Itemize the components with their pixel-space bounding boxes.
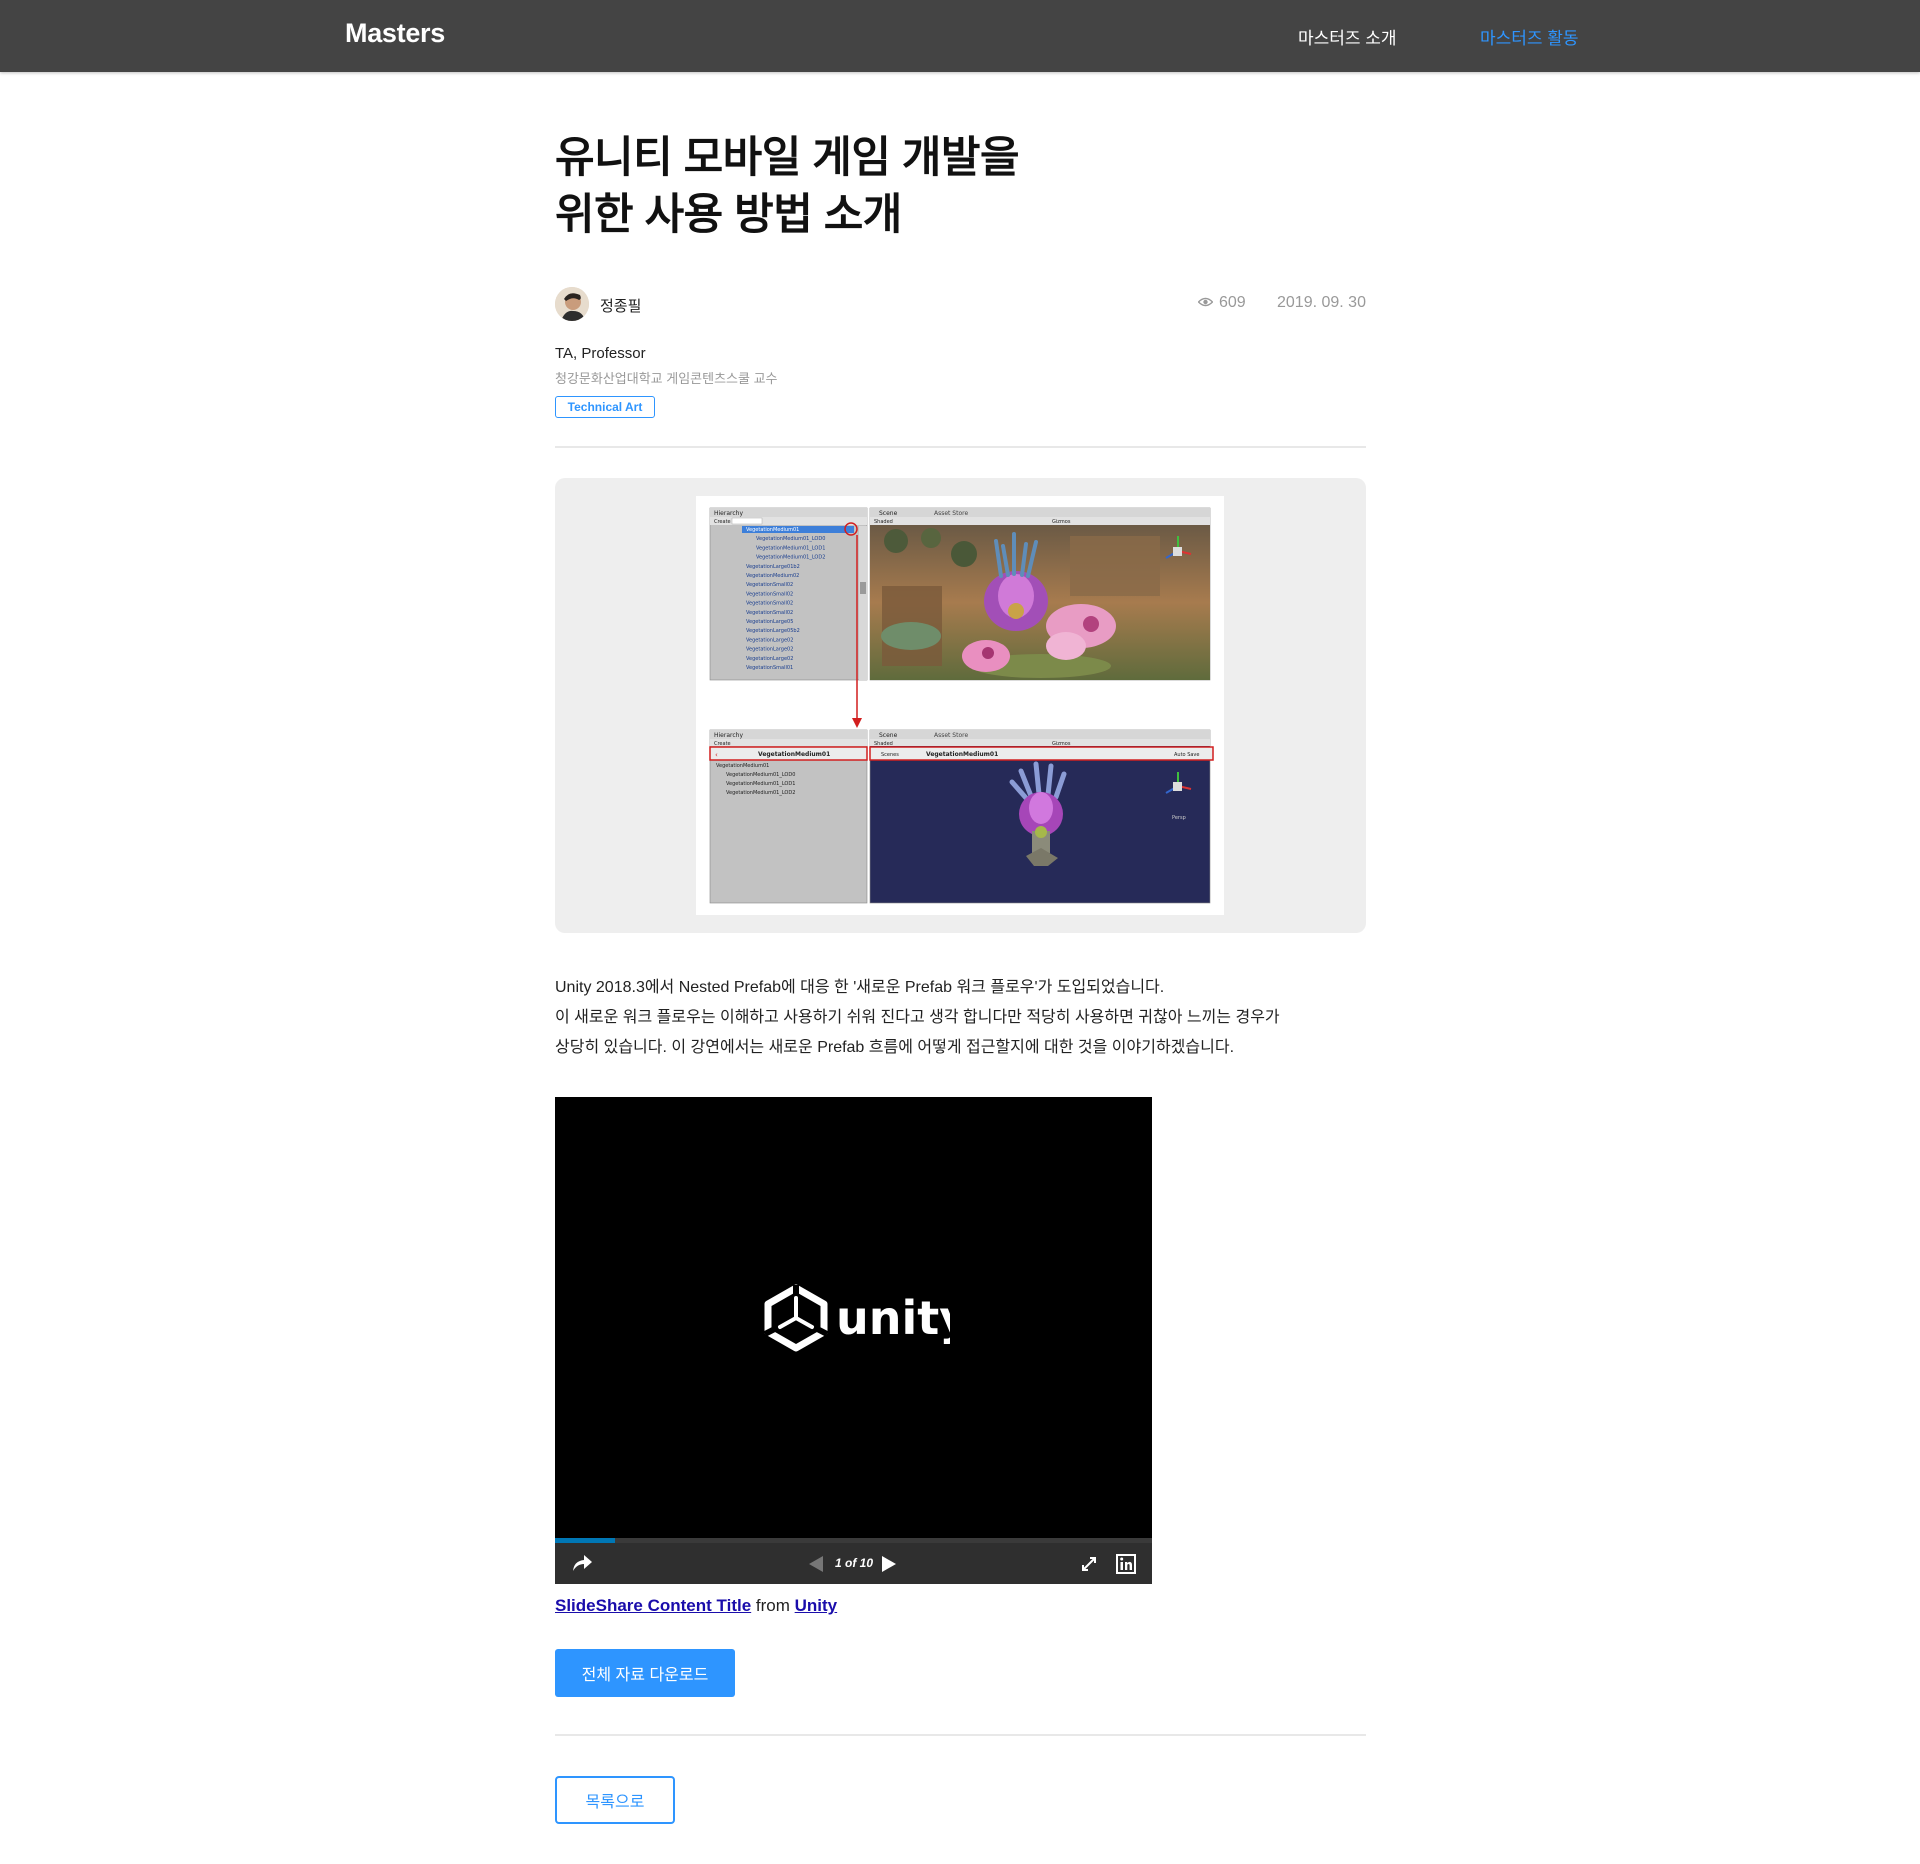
- embed-caption: SlideShare Content Title from Unity: [555, 1596, 837, 1616]
- bottom-auto-save: Auto Save: [1174, 752, 1199, 758]
- bottom-hierarchy-item: VegetationMedium01_LOD2: [726, 790, 795, 796]
- top-hierarchy-item: VegetationSmall02: [746, 610, 793, 616]
- download-all-button[interactable]: 전체 자료 다운로드: [555, 1649, 735, 1697]
- category-tag[interactable]: Technical Art: [555, 396, 655, 418]
- bottom-prefab-name-scene: VegetationMedium01: [926, 751, 998, 758]
- divider-bottom: [555, 1734, 1366, 1736]
- bottom-gizmos-label: Gizmos: [1052, 741, 1071, 747]
- top-hierarchy-item: VegetationMedium01_LOD0: [756, 536, 825, 542]
- bottom-scenes-label: Scenes: [881, 752, 899, 758]
- top-hierarchy-item: VegetationSmall02: [746, 601, 793, 607]
- top-hierarchy-item: VegetationMedium01_LOD1: [756, 545, 825, 551]
- author-name: 정종필: [600, 298, 642, 315]
- top-nav-bar: Masters 마스터즈 소개 마스터즈 활동: [0, 0, 1920, 72]
- unity-prefab-screenshot: Hierarchy Create VegetationMedium01 Veget…: [696, 496, 1224, 915]
- bottom-asset-store-tab: Asset Store: [934, 732, 968, 739]
- bottom-scene-tab: Scene: [879, 732, 898, 739]
- article-title-line1: 유니티 모바일 게임 개발을: [555, 134, 1020, 182]
- top-hierarchy-item: VegetationMedium01: [746, 527, 799, 533]
- top-shaded-label: Shaded: [874, 519, 893, 525]
- top-editor-panel: Hierarchy Create VegetationMedium01 Veget…: [709, 507, 1211, 681]
- bottom-create-label: Create: [714, 741, 731, 747]
- unity-logo-text: unity: [836, 1291, 950, 1345]
- top-hierarchy-item: VegetationSmall02: [746, 591, 793, 597]
- top-hierarchy-item: VegetationLarge02: [746, 656, 793, 662]
- top-hierarchy-item: VegetationLarge05: [746, 619, 793, 625]
- article-title: 유니티 모바일 게임 개발을 위한 사용 방법 소개: [555, 130, 1055, 244]
- top-hierarchy-tab: Hierarchy: [714, 510, 743, 517]
- article-title-line2: 위한 사용 방법 소개: [555, 191, 902, 239]
- top-hierarchy-item: VegetationLarge02: [746, 647, 793, 653]
- svg-text:‹: ‹: [715, 751, 718, 759]
- article-body: Unity 2018.3에서 Nested Prefab에 대응 한 '새로운 …: [555, 973, 1366, 1063]
- bottom-hierarchy-item: VegetationMedium01: [716, 763, 769, 769]
- caption-from: from: [755, 1596, 790, 1615]
- fullscreen-icon[interactable]: [1081, 1556, 1097, 1577]
- nav-masters-activity[interactable]: 마스터즈 활동: [1480, 24, 1579, 49]
- author-affiliation: 청강문화산업대학교 게임콘텐츠스쿨 교수: [555, 371, 778, 386]
- bottom-hierarchy-tab: Hierarchy: [714, 732, 743, 739]
- top-hierarchy-item: VegetationSmall02: [746, 582, 793, 588]
- body-line-1: Unity 2018.3에서 Nested Prefab에 대응 한 '새로운 …: [555, 979, 1165, 996]
- top-scene-tab: Scene: [879, 510, 898, 517]
- eye-icon: [1197, 294, 1214, 312]
- top-hierarchy-item: VegetationMedium01_LOD2: [756, 555, 825, 561]
- author-avatar: [555, 287, 589, 321]
- brand-logo[interactable]: Masters: [345, 18, 445, 49]
- top-hierarchy-item: VegetationMedium02: [746, 573, 799, 579]
- publish-date: 2019. 09. 30: [1277, 294, 1366, 311]
- view-count: 609: [1197, 294, 1246, 312]
- top-hierarchy-item: VegetationSmall01: [746, 665, 793, 671]
- share-icon[interactable]: [571, 1553, 593, 1578]
- back-to-list-button[interactable]: 목록으로: [555, 1776, 675, 1824]
- next-slide-icon[interactable]: [880, 1555, 898, 1578]
- slideshare-title-link[interactable]: SlideShare Content Title: [555, 1596, 751, 1615]
- embed-controls: 1 of 10: [555, 1543, 1152, 1584]
- top-hierarchy-item: VegetationLarge01b2: [746, 564, 800, 570]
- linkedin-icon[interactable]: [1116, 1554, 1136, 1579]
- bottom-prefab-name: VegetationMedium01: [758, 751, 830, 758]
- unity-logo: unity: [760, 1282, 969, 1352]
- author-role: TA, Professor: [555, 345, 646, 362]
- view-count-value: 609: [1219, 294, 1246, 311]
- bottom-editor-panel: Hierarchy Create ‹ VegetationMedium01 Ve…: [709, 729, 1214, 904]
- slideshare-source-link[interactable]: Unity: [795, 1596, 838, 1615]
- bottom-hierarchy-item: VegetationMedium01_LOD1: [726, 781, 795, 787]
- body-line-2: 이 새로운 워크 플로우는 이해하고 사용하기 쉬워 진다고 생각 합니다만 적…: [555, 1009, 1280, 1026]
- top-hierarchy-item: VegetationLarge05b2: [746, 628, 800, 634]
- previous-slide-icon[interactable]: [807, 1555, 825, 1578]
- top-gizmos-label: Gizmos: [1052, 519, 1071, 525]
- body-line-3: 상당히 있습니다. 이 강연에서는 새로운 Prefab 흐름에 어떻게 접근할…: [555, 1039, 1235, 1056]
- bottom-shaded-label: Shaded: [874, 741, 893, 747]
- slideshare-embed[interactable]: unity 1 of 10: [555, 1097, 1152, 1584]
- top-hierarchy-item: VegetationLarge02: [746, 637, 793, 643]
- bottom-hierarchy-item: VegetationMedium01_LOD0: [726, 772, 795, 778]
- nav-masters-intro[interactable]: 마스터즈 소개: [1298, 24, 1397, 49]
- bottom-persp-label: Persp: [1172, 815, 1186, 821]
- top-asset-store-tab: Asset Store: [934, 510, 968, 517]
- slide-counter: 1 of 10: [835, 1556, 874, 1570]
- divider-top: [555, 446, 1366, 448]
- top-create-label: Create: [714, 519, 731, 525]
